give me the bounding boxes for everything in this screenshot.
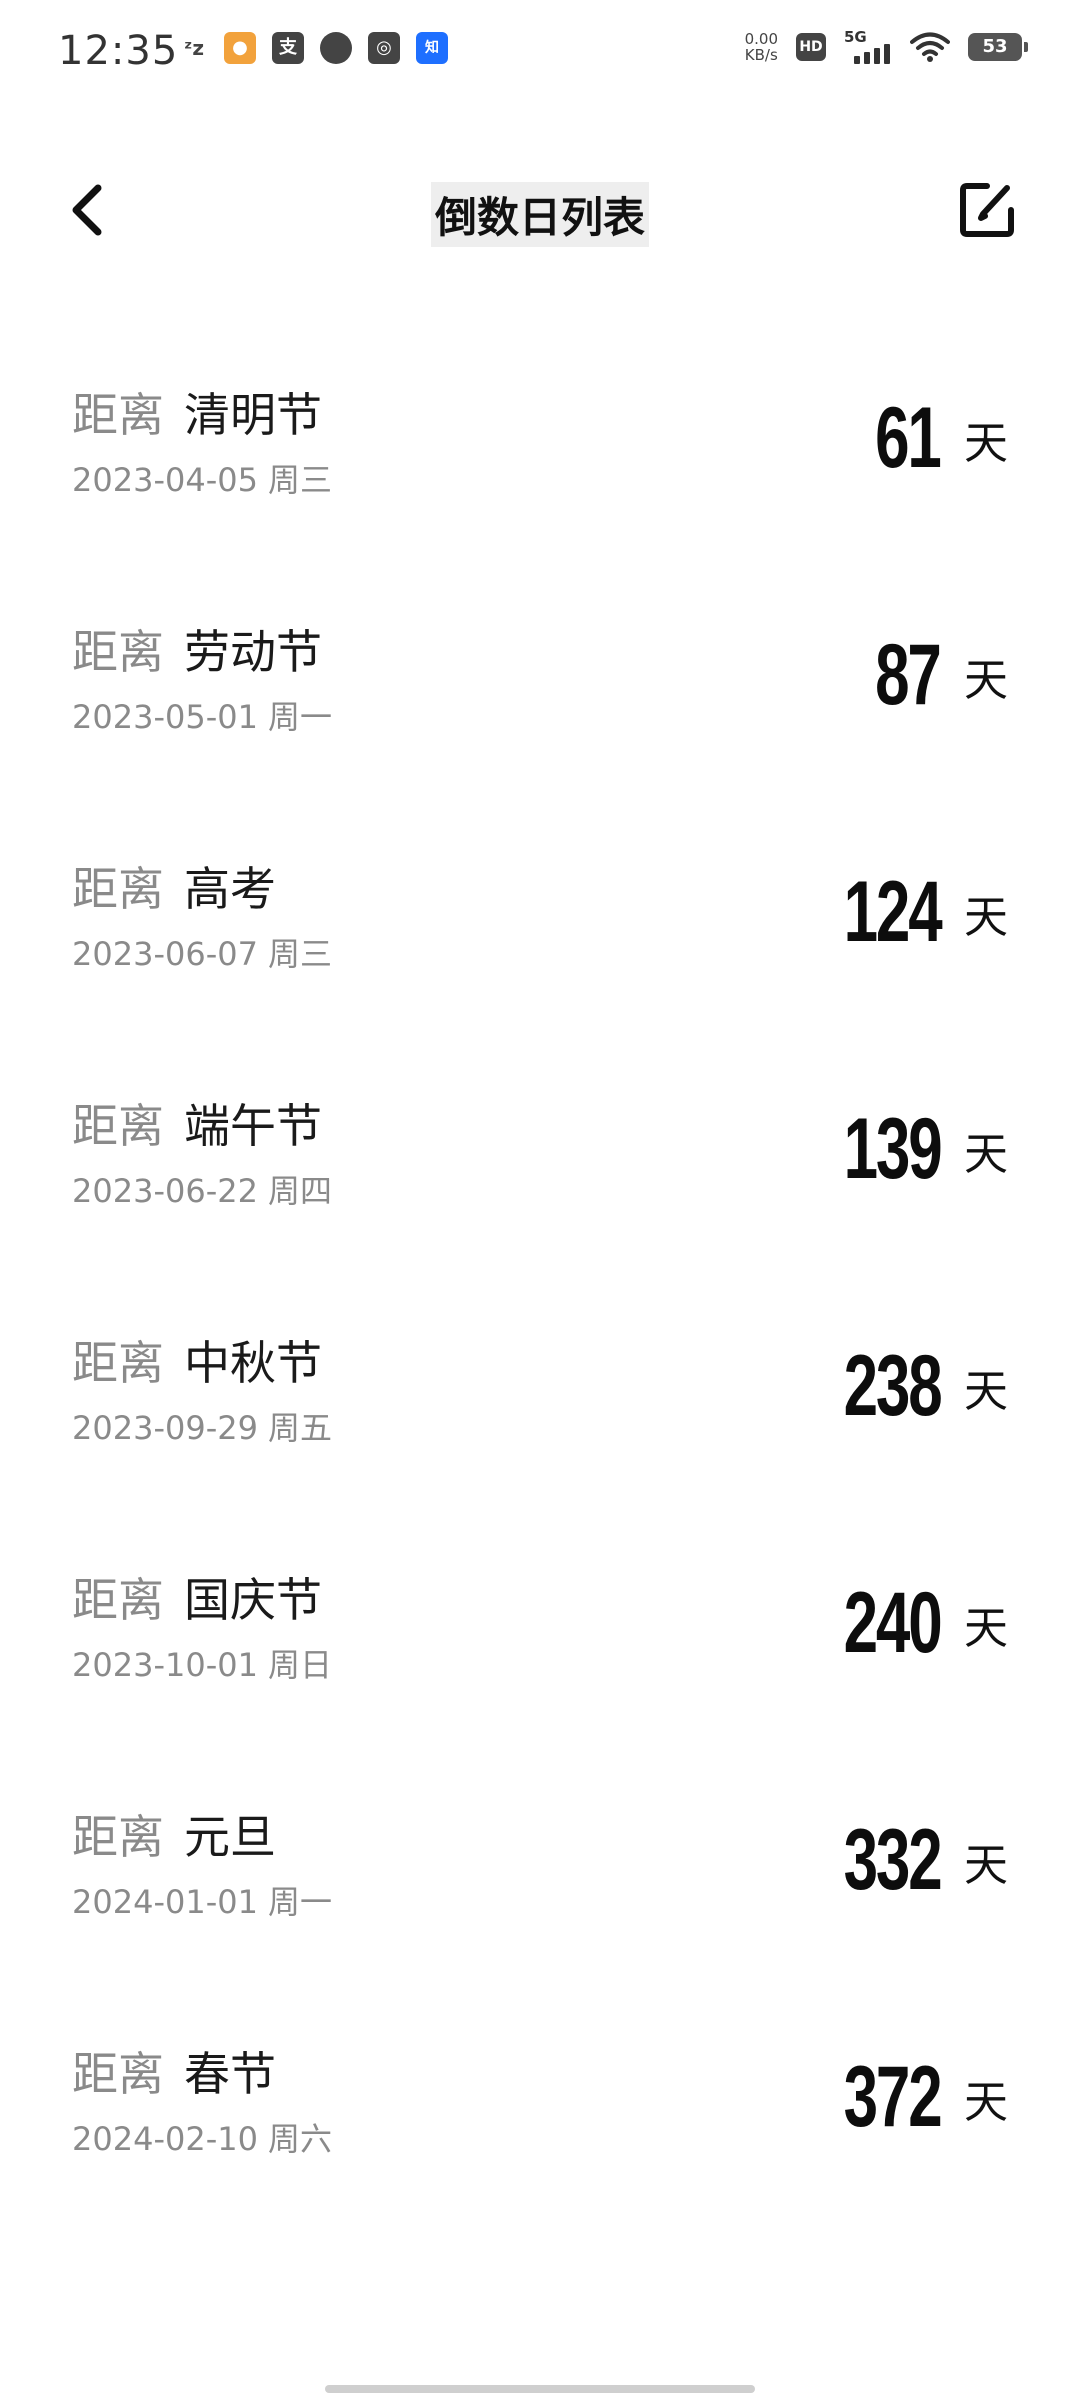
sleep-icon: ᶻz: [184, 36, 204, 60]
countdown-list: 距离 清明节 2023-04-05 周三 61 天 距离 劳动节 2023-05-01…: [0, 355, 1080, 2251]
item-unit: 天: [964, 418, 1008, 469]
item-prefix: 距离: [72, 2047, 164, 2101]
system-icons: 0.00 KB/s HD 5G 53: [745, 28, 1028, 64]
item-days: 332: [843, 1812, 942, 1908]
item-name: 劳动节: [184, 625, 322, 679]
item-name: 中秋节: [184, 1336, 322, 1390]
item-unit: 天: [964, 655, 1008, 706]
item-days: 238: [843, 1338, 942, 1434]
item-days: 139: [843, 1101, 942, 1197]
item-date: 2023-04-05: [72, 461, 258, 499]
home-indicator[interactable]: [325, 2385, 755, 2393]
item-prefix: 距离: [72, 1810, 164, 1864]
list-item[interactable]: 距离 清明节 2023-04-05 周三 61 天: [0, 355, 1080, 592]
list-item[interactable]: 距离 中秋节 2023-09-29 周五 238 天: [0, 1303, 1080, 1540]
signal-icon: 5G: [844, 28, 892, 64]
status-time: 12:35: [58, 28, 179, 74]
header: 倒数日列表: [0, 160, 1080, 260]
item-date: 2023-06-22: [72, 1172, 258, 1210]
item-name: 端午节: [184, 1099, 322, 1153]
item-weekday: 周五: [267, 1409, 332, 1447]
item-days: 87: [875, 627, 942, 723]
camera-icon: ◎: [368, 32, 400, 64]
item-unit: 天: [964, 1840, 1008, 1891]
item-date: 2023-10-01: [72, 1646, 258, 1684]
item-unit: 天: [964, 1129, 1008, 1180]
item-prefix: 距离: [72, 862, 164, 916]
list-item[interactable]: 距离 国庆节 2023-10-01 周日 240 天: [0, 1540, 1080, 1777]
item-weekday: 周四: [267, 1172, 332, 1210]
notification-icons: ᶻz ● 支 ◎ 知: [180, 32, 448, 64]
hd-icon: HD: [796, 33, 826, 61]
list-item[interactable]: 距离 春节 2024-02-10 周六 372 天: [0, 2014, 1080, 2251]
item-weekday: 周三: [267, 461, 332, 499]
item-prefix: 距离: [72, 388, 164, 442]
item-name: 国庆节: [184, 1573, 322, 1627]
item-weekday: 周一: [267, 698, 332, 736]
edit-button[interactable]: [952, 175, 1022, 245]
item-name: 清明节: [184, 388, 322, 442]
item-days: 124: [843, 864, 942, 960]
item-name: 春节: [184, 2047, 276, 2101]
net-speed: 0.00 KB/s: [745, 31, 778, 63]
item-date: 2023-06-07: [72, 935, 258, 973]
item-unit: 天: [964, 1366, 1008, 1417]
item-days: 61: [875, 390, 942, 486]
item-name: 高考: [184, 862, 276, 916]
chevron-left-icon: [72, 184, 102, 236]
item-prefix: 距离: [72, 625, 164, 679]
item-weekday: 周一: [267, 1883, 332, 1921]
item-unit: 天: [964, 2077, 1008, 2128]
item-prefix: 距离: [72, 1099, 164, 1153]
item-prefix: 距离: [72, 1573, 164, 1627]
item-days: 372: [843, 2049, 942, 2145]
item-date: 2024-01-01: [72, 1883, 258, 1921]
net-speed-unit: KB/s: [744, 46, 778, 64]
net-speed-value: 0.00: [744, 30, 778, 48]
wifi-icon: [910, 32, 950, 62]
status-bar: 12:35 ᶻz ● 支 ◎ 知 0.00 KB/s HD 5G 53: [0, 0, 1080, 100]
edit-icon: [960, 183, 1014, 237]
item-weekday: 周六: [267, 2120, 332, 2158]
item-date: 2024-02-10: [72, 2120, 258, 2158]
item-date: 2023-05-01: [72, 698, 258, 736]
item-weekday: 周三: [267, 935, 332, 973]
item-prefix: 距离: [72, 1336, 164, 1390]
alipay-icon: 支: [272, 32, 304, 64]
item-unit: 天: [964, 1603, 1008, 1654]
zhihu-icon: 知: [416, 32, 448, 64]
back-button[interactable]: [58, 180, 118, 240]
list-item[interactable]: 距离 元旦 2024-01-01 周一 332 天: [0, 1777, 1080, 2014]
page-title: 倒数日列表: [430, 182, 650, 247]
screen: 12:35 ᶻz ● 支 ◎ 知 0.00 KB/s HD 5G 53 倒数日列…: [0, 0, 1080, 2400]
item-weekday: 周日: [267, 1646, 332, 1684]
list-item[interactable]: 距离 端午节 2023-06-22 周四 139 天: [0, 1066, 1080, 1303]
item-name: 元旦: [184, 1810, 276, 1864]
battery-icon: 53: [968, 33, 1028, 61]
item-date: 2023-09-29: [72, 1409, 258, 1447]
chat-icon: [320, 32, 352, 64]
game-app-icon: ●: [224, 32, 256, 64]
list-item[interactable]: 距离 高考 2023-06-07 周三 124 天: [0, 829, 1080, 1066]
item-unit: 天: [964, 892, 1008, 943]
item-days: 240: [843, 1575, 942, 1671]
list-item[interactable]: 距离 劳动节 2023-05-01 周一 87 天: [0, 592, 1080, 829]
